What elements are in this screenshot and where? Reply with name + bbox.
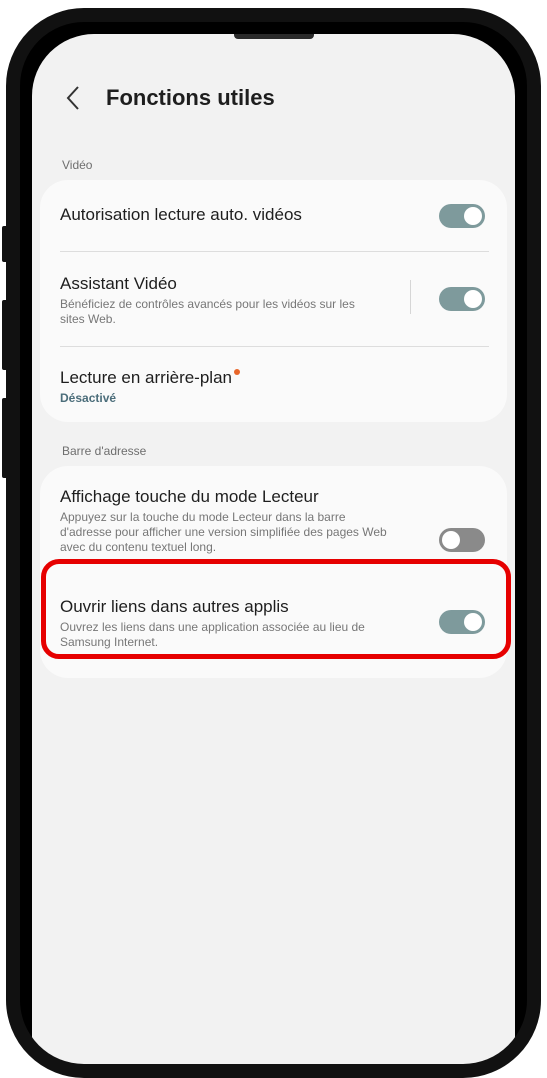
page-title: Fonctions utiles (106, 85, 275, 110)
setting-subtitle: Bénéficiez de contrôles avancés pour les… (60, 297, 355, 326)
new-badge-dot (233, 369, 240, 375)
phone-frame: Fonctions utiles Vidéo Autorisation lect… (6, 8, 541, 1078)
setting-open-links-other-apps[interactable]: Ouvrir liens dans autres applis Ouvrez l… (60, 596, 397, 650)
divider (60, 346, 489, 347)
setting-title: Lecture en arrière-plan (60, 367, 489, 389)
divider (60, 251, 489, 252)
video-assistant-toggle[interactable] (439, 287, 485, 311)
open-links-other-apps-toggle[interactable] (439, 610, 485, 634)
setting-title-text: Lecture en arrière-plan (60, 368, 232, 387)
setting-background-playback[interactable]: Lecture en arrière-plan Désactivé (60, 367, 489, 406)
reader-mode-toggle[interactable] (439, 528, 485, 552)
section-label-video: Vidéo (62, 158, 93, 172)
autoplay-videos-toggle[interactable] (439, 204, 485, 228)
setting-reader-mode[interactable]: Affichage touche du mode Lecteur Appuyez… (60, 486, 397, 555)
setting-title: Ouvrir liens dans autres applis (60, 597, 289, 616)
toggle-knob (464, 613, 482, 631)
setting-video-assistant[interactable]: Assistant Vidéo Bénéficiez de contrôles … (60, 273, 377, 327)
earpiece (233, 34, 314, 39)
toggle-knob (464, 290, 482, 308)
setting-subtitle: Appuyez sur la touche du mode Lecteur da… (60, 510, 387, 554)
screen: Fonctions utiles Vidéo Autorisation lect… (32, 34, 515, 1064)
chevron-left-icon (66, 86, 79, 110)
header: Fonctions utiles (58, 78, 495, 118)
setting-status: Désactivé (60, 391, 117, 405)
setting-title: Assistant Vidéo (60, 274, 177, 293)
section-label-address-bar: Barre d'adresse (62, 444, 147, 458)
toggle-knob (442, 531, 460, 549)
toggle-knob (464, 207, 482, 225)
setting-autoplay-videos[interactable]: Autorisation lecture auto. vidéos (60, 204, 489, 226)
setting-title: Autorisation lecture auto. vidéos (60, 205, 302, 224)
setting-subtitle: Ouvrez les liens dans une application as… (60, 620, 365, 649)
back-button[interactable] (58, 80, 88, 116)
video-card: Autorisation lecture auto. vidéos Assist… (40, 180, 507, 422)
setting-title: Affichage touche du mode Lecteur (60, 487, 319, 506)
vertical-separator (410, 280, 411, 314)
address-bar-card: Affichage touche du mode Lecteur Appuyez… (40, 466, 507, 678)
